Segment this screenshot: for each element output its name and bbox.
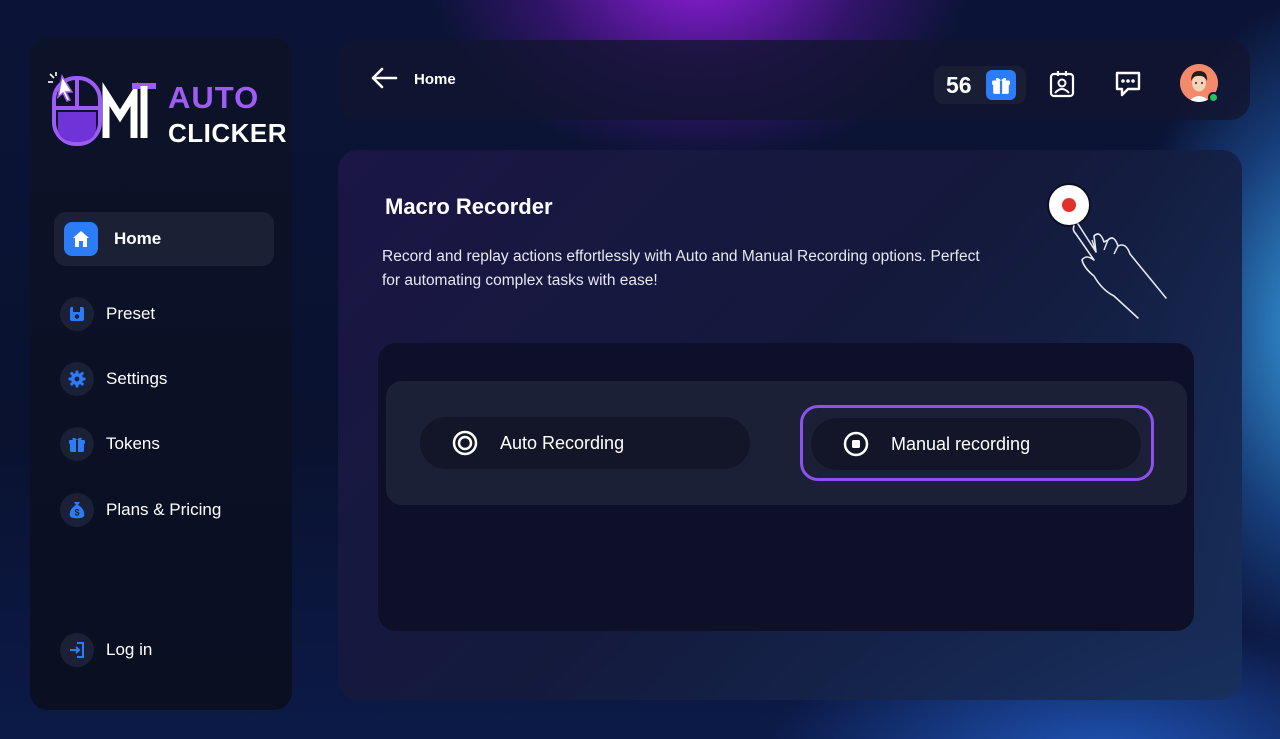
home-icon <box>64 222 98 256</box>
sidebar-item-label: Settings <box>106 369 168 388</box>
sidebar: AUTO CLICKER Home Preset Settings Tokens… <box>30 38 292 710</box>
page-title: Macro Recorder <box>385 194 553 219</box>
mouse-logo-icon <box>48 72 156 146</box>
login-icon <box>60 633 94 667</box>
app-logo[interactable]: AUTO CLICKER <box>48 72 287 152</box>
sidebar-item-home[interactable]: Home <box>54 212 274 266</box>
auto-recording-label: Auto Recording <box>500 432 625 453</box>
top-header: Home 56 <box>338 40 1250 120</box>
back-arrow-icon[interactable] <box>370 66 400 92</box>
manual-recording-selected-frame: Manual recording <box>800 405 1154 481</box>
sidebar-item-label: Preset <box>106 304 156 323</box>
manual-recording-option[interactable]: Manual recording <box>811 418 1141 470</box>
logo-text-clicker: CLICKER <box>168 118 288 148</box>
token-counter[interactable]: 56 <box>934 66 1026 104</box>
stop-icon <box>843 431 869 457</box>
gift-icon <box>986 70 1016 100</box>
logo-text-auto: AUTO <box>168 80 260 115</box>
preset-icon <box>60 297 94 331</box>
money-bag-icon: $ <box>60 493 94 527</box>
chat-icon[interactable] <box>1112 68 1144 100</box>
sidebar-item-label: Home <box>114 229 162 248</box>
page-description: Record and replay actions effortlessly w… <box>382 248 980 289</box>
record-hand-illustration <box>1038 180 1178 330</box>
recording-options-bar: Auto Recording Manual recording <box>386 381 1187 505</box>
auto-recording-option[interactable]: Auto Recording <box>420 417 750 469</box>
manual-recording-label: Manual recording <box>891 433 1031 454</box>
macro-recorder-panel: Macro Recorder Record and replay actions… <box>338 150 1242 700</box>
sidebar-item-label: Tokens <box>106 434 160 453</box>
sidebar-item-settings[interactable]: Settings <box>54 352 274 406</box>
sidebar-item-label: Plans & Pricing <box>106 500 222 519</box>
ring-icon <box>452 430 478 456</box>
login-label: Log in <box>106 640 153 659</box>
gear-icon <box>60 362 94 396</box>
login-button[interactable]: Log in <box>54 623 274 677</box>
online-status-dot <box>1208 92 1219 103</box>
recording-options-card: Auto Recording Manual recording <box>378 343 1194 631</box>
breadcrumb: Home <box>414 71 456 88</box>
sidebar-item-tokens[interactable]: Tokens <box>54 417 274 471</box>
token-count: 56 <box>946 71 972 98</box>
svg-text:$: $ <box>74 508 79 518</box>
sidebar-item-preset[interactable]: Preset <box>54 287 274 341</box>
gift-icon <box>60 427 94 461</box>
sidebar-item-plans-pricing[interactable]: $ Plans & Pricing <box>54 483 274 537</box>
contact-icon[interactable] <box>1046 68 1078 100</box>
